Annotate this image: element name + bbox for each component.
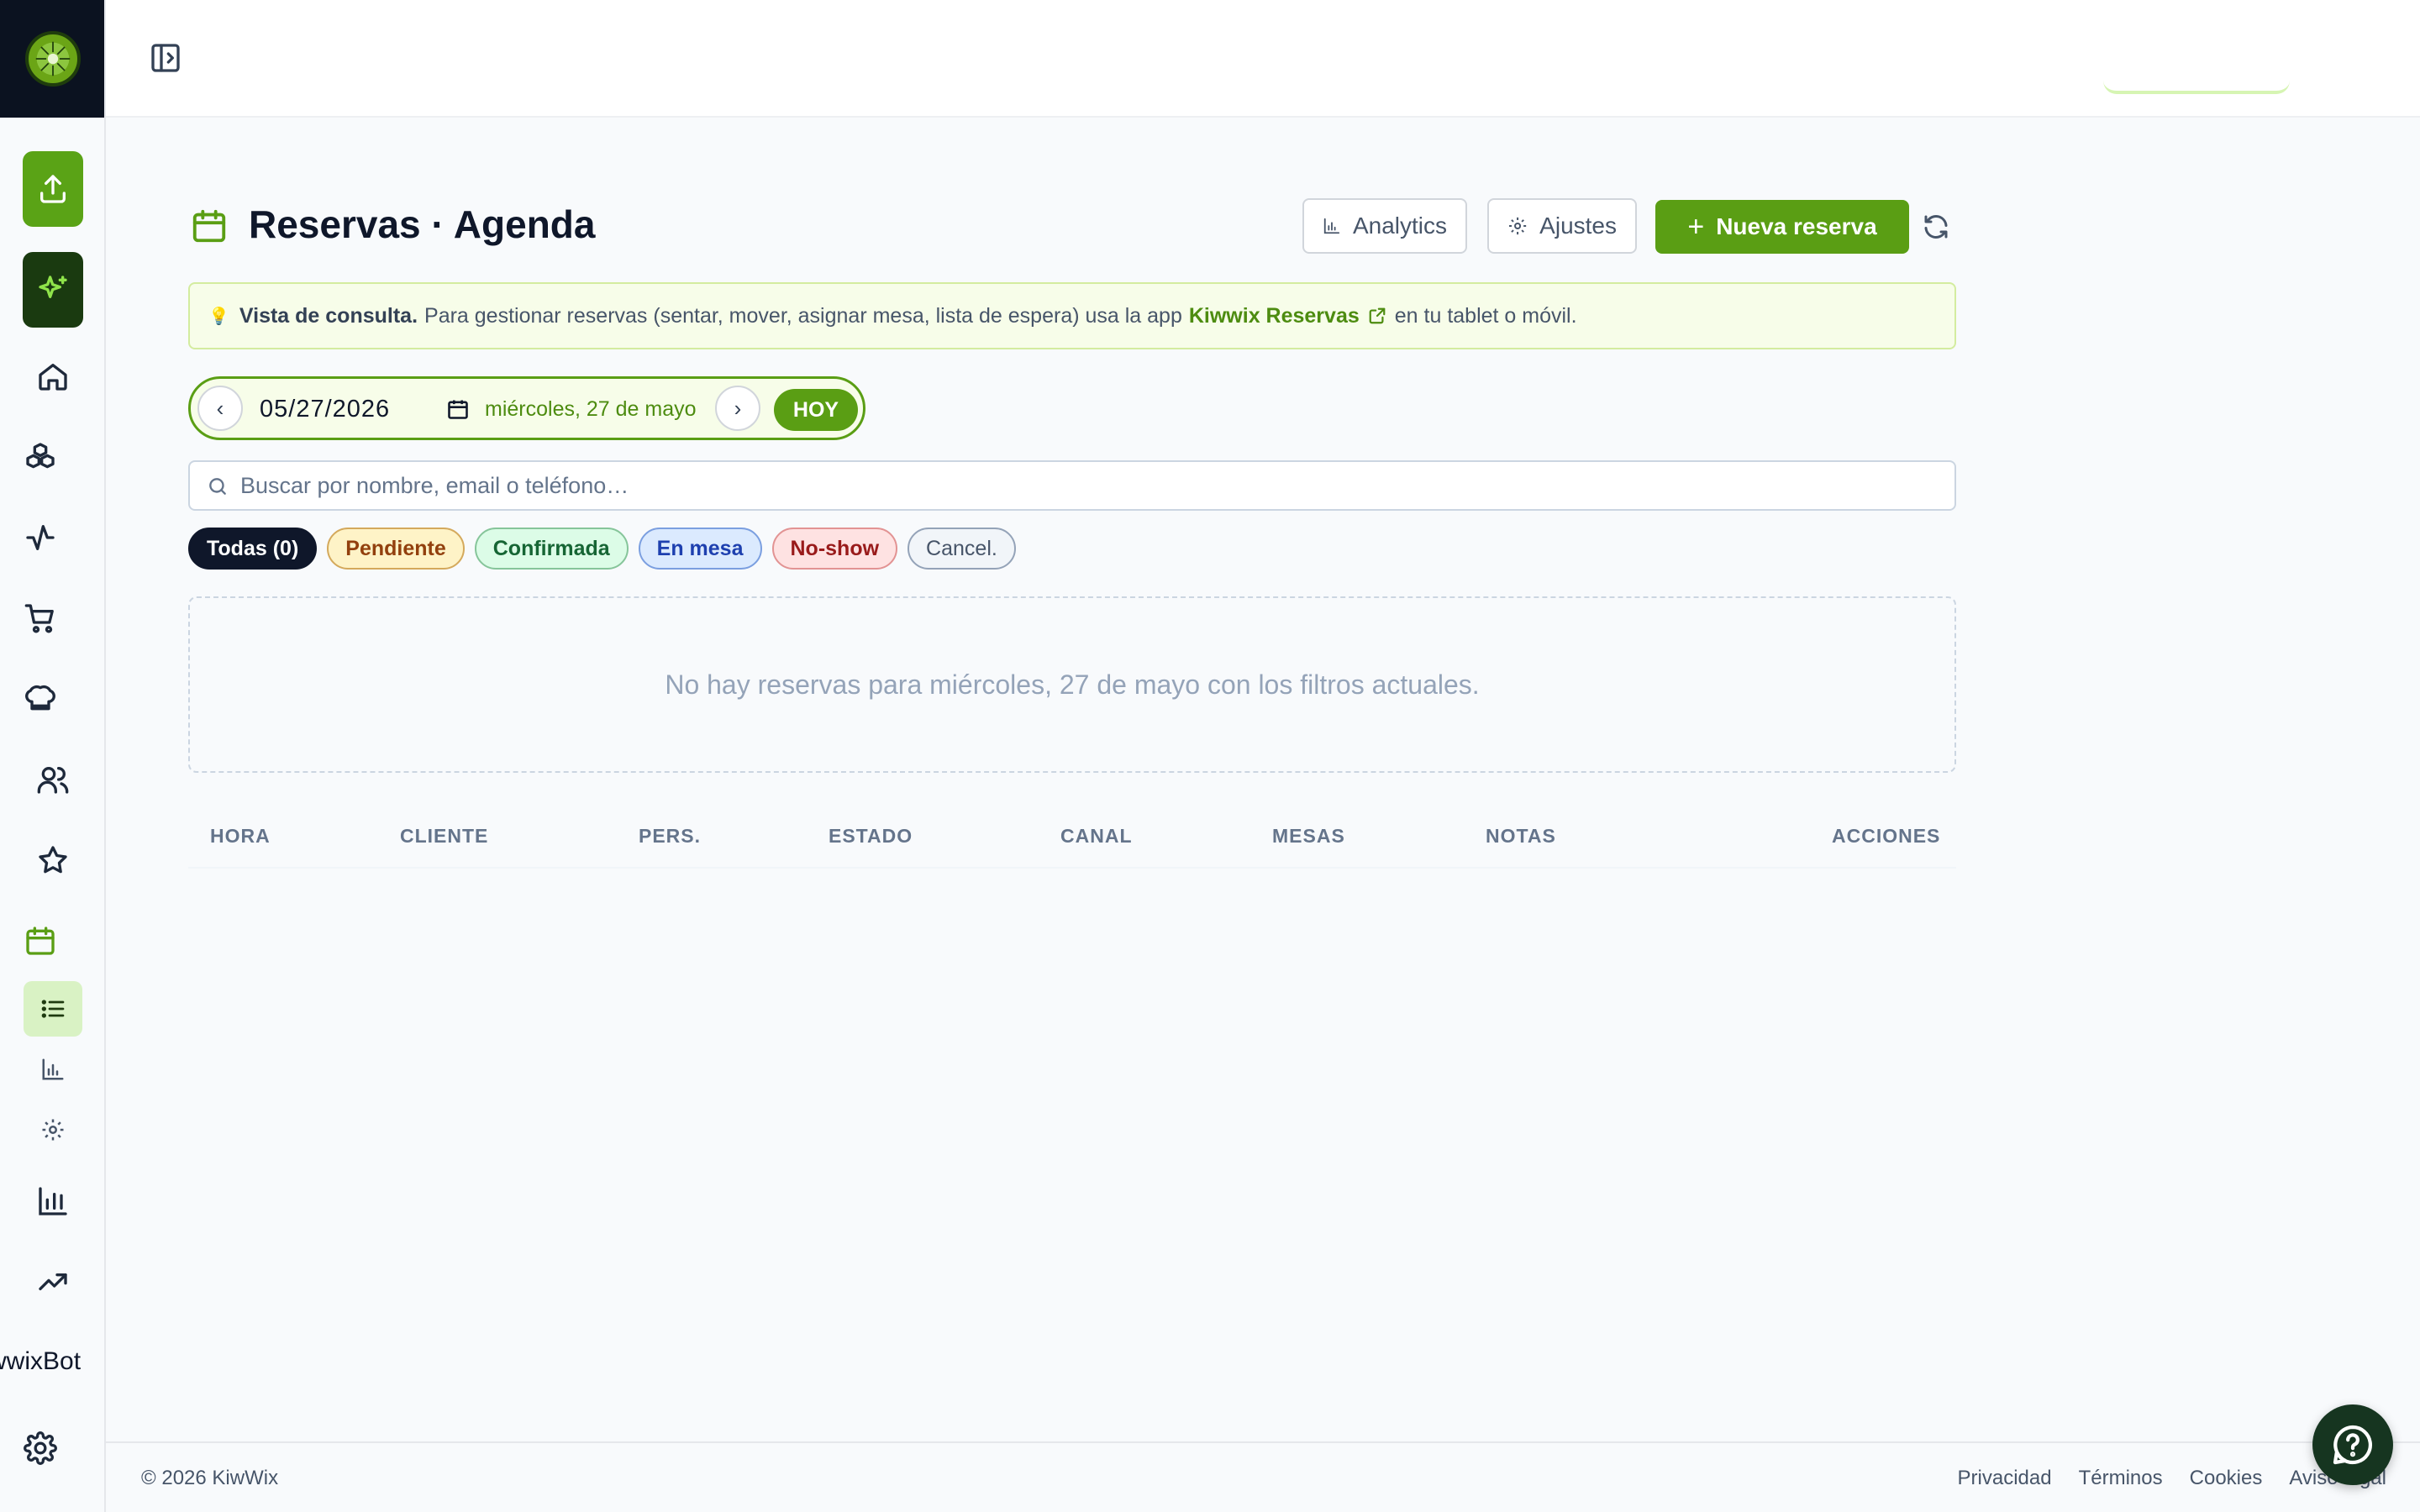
settings-button[interactable]: Ajustes	[1487, 198, 1637, 254]
notice-tail: en tu tablet o móvil.	[1394, 303, 1577, 328]
calendar-picker-icon[interactable]	[446, 397, 470, 421]
column-header: PERS.	[639, 825, 702, 847]
filter-no-show[interactable]: No-show	[771, 528, 898, 570]
nav-reservations-analytics[interactable]	[24, 1042, 82, 1097]
prev-day-button[interactable]: ‹	[197, 386, 243, 431]
nav-home[interactable]	[28, 351, 78, 402]
panel-toggle-icon	[151, 44, 180, 72]
column-header: ESTADO	[829, 825, 913, 847]
filter-confirmed[interactable]: Confirmada	[474, 528, 629, 570]
nav-reservations[interactable]	[15, 916, 66, 966]
next-day-button[interactable]: ›	[715, 386, 760, 431]
kiwi-logo-icon	[25, 31, 81, 87]
nav-customers[interactable]	[28, 754, 78, 805]
sidebar: wwixBot	[0, 0, 106, 1512]
plus-icon: +	[1687, 211, 1705, 243]
date-long-text: miércoles, 27 de mayo	[485, 397, 697, 421]
today-button[interactable]: HOY	[774, 389, 858, 431]
new-reservation-button[interactable]: + Nueva reserva	[1655, 200, 1909, 254]
copyright: © 2026 KiwWix	[141, 1467, 279, 1489]
app-link[interactable]: Kiwwix Reservas	[1189, 304, 1360, 328]
gear-icon	[24, 1431, 57, 1465]
boxes-icon	[26, 443, 55, 469]
gear-icon	[42, 1119, 64, 1141]
refresh-icon	[1924, 215, 1948, 239]
nav-trends[interactable]	[28, 1257, 78, 1307]
sparkles-icon	[39, 276, 67, 298]
star-icon	[39, 846, 67, 874]
analytics-label: Analytics	[1352, 213, 1447, 239]
filter-pending[interactable]: Pendiente	[327, 528, 465, 570]
trending-icon	[39, 1273, 67, 1290]
upload-icon	[40, 175, 66, 203]
empty-state: No hay reservas para miércoles, 27 de ma…	[188, 596, 1956, 773]
bot-label[interactable]: wwixBot	[0, 1347, 92, 1376]
notice-bold: Vista de consulta.	[239, 303, 418, 328]
help-icon	[2333, 1425, 2372, 1465]
bar-chart-icon	[1323, 218, 1340, 234]
home-icon	[39, 364, 67, 391]
search-input[interactable]	[240, 467, 1904, 504]
gear-icon	[1509, 217, 1527, 235]
chart-icon	[39, 1187, 67, 1215]
column-header: NOTAS	[1486, 825, 1556, 847]
footer: © 2026 KiwWix Privacidad Términos Cookie…	[106, 1441, 2420, 1512]
filter-seated[interactable]: En mesa	[638, 528, 762, 570]
settings-label: Ajustes	[1539, 213, 1617, 239]
nav-activity[interactable]	[15, 512, 66, 563]
page-header: Reservas · Agenda Analytics Ajustes + Nu…	[188, 195, 1956, 257]
date-navigator: ‹ 05/27/2026 miércoles, 27 de mayo › HOY	[188, 376, 865, 440]
search-icon	[209, 478, 226, 495]
ai-assistant-button[interactable]	[23, 252, 83, 328]
nav-reservations-agenda[interactable]	[24, 981, 82, 1037]
search-box	[188, 460, 1956, 511]
notice-text: Para gestionar reservas (sentar, mover, …	[424, 303, 1182, 328]
cart-icon	[24, 604, 54, 633]
info-notice: 💡 Vista de consulta. Para gestionar rese…	[188, 282, 1956, 349]
column-header: CANAL	[1060, 825, 1133, 847]
refresh-button[interactable]	[1918, 208, 1954, 245]
footer-link-terms[interactable]: Términos	[2079, 1467, 2163, 1490]
nav-kitchen[interactable]	[15, 674, 66, 724]
page-title: Reservas · Agenda	[249, 202, 596, 246]
chevron-left-icon: ‹	[216, 395, 224, 421]
column-header: MESAS	[1272, 825, 1345, 847]
top-status-pill[interactable]	[2103, 81, 2290, 94]
sidebar-toggle-button[interactable]	[146, 39, 185, 77]
calendar-icon	[26, 927, 55, 955]
external-link-icon	[1369, 307, 1386, 324]
column-header: HORA	[210, 825, 271, 847]
help-button[interactable]	[2312, 1404, 2393, 1485]
nav-reviews[interactable]	[28, 835, 78, 885]
new-reservation-label: Nueva reserva	[1716, 213, 1877, 239]
chevron-right-icon: ›	[734, 395, 742, 421]
nav-reservations-settings[interactable]	[24, 1102, 82, 1158]
lightbulb-icon: 💡	[208, 307, 229, 326]
column-header: CLIENTE	[400, 825, 489, 847]
status-filters: Todas (0) Pendiente Confirmada En mesa N…	[188, 528, 1016, 571]
column-header: ACCIONES	[1832, 825, 1941, 847]
nav-stats[interactable]	[28, 1176, 78, 1226]
nav-products[interactable]	[15, 432, 66, 482]
bar-chart-icon	[42, 1058, 64, 1080]
logo[interactable]	[0, 0, 104, 118]
nav-settings[interactable]	[15, 1423, 66, 1473]
upload-button[interactable]	[23, 151, 83, 227]
calendar-icon	[190, 207, 229, 245]
filter-cancelled[interactable]: Cancel.	[908, 528, 1016, 570]
chef-hat-icon	[25, 685, 55, 711]
list-icon	[41, 1000, 65, 1018]
analytics-button[interactable]: Analytics	[1302, 198, 1467, 254]
footer-link-cookies[interactable]: Cookies	[2190, 1467, 2263, 1490]
filter-all[interactable]: Todas (0)	[188, 528, 318, 570]
table-header: HORA CLIENTE PERS. ESTADO CANAL MESAS NO…	[188, 805, 1956, 869]
nav-orders[interactable]	[15, 593, 66, 643]
footer-link-privacy[interactable]: Privacidad	[1958, 1467, 2052, 1490]
topbar	[106, 0, 2420, 118]
activity-icon	[26, 525, 55, 550]
date-input[interactable]: 05/27/2026	[260, 396, 390, 423]
users-icon	[37, 767, 69, 794]
